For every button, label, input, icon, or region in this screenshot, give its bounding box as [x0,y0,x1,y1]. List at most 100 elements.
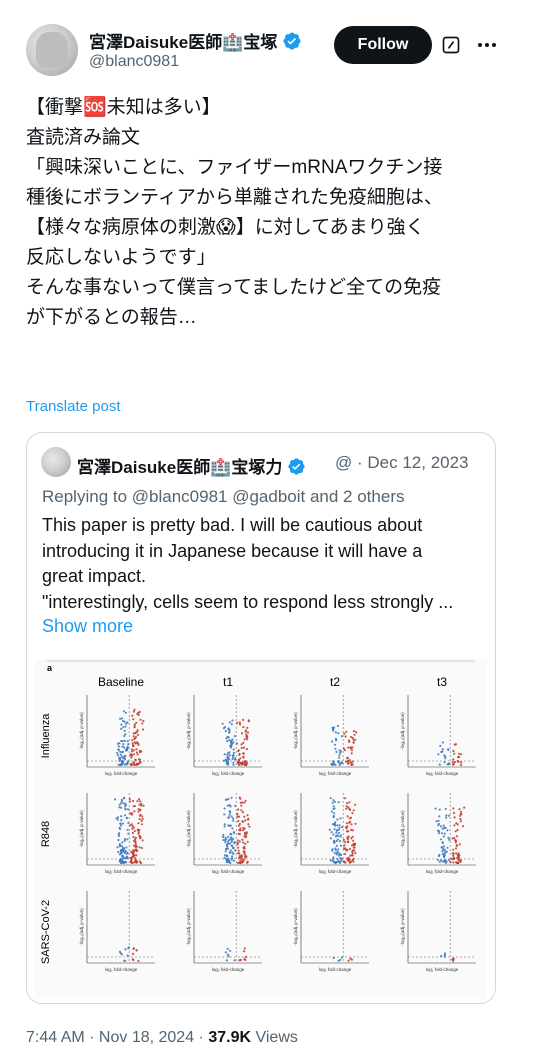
grok-icon[interactable] [441,35,461,55]
figure-point [333,807,336,810]
figure-point [230,796,233,799]
figure-point [344,861,347,864]
figure-point [349,747,352,750]
figure-point [345,730,348,733]
figure-point [231,758,234,761]
figure-point [133,723,136,726]
figure-point [351,844,354,847]
figure-point [131,831,134,835]
figure-point [442,824,445,827]
figure-point [120,798,123,801]
translate-post-link[interactable]: Translate post [26,398,121,415]
figure-point [434,807,437,810]
more-icon[interactable] [475,33,499,57]
figure-point [247,719,250,722]
post-date[interactable]: Nov 18, 2024 [99,1029,194,1046]
figure-point [131,952,135,956]
figure-point [138,808,142,811]
figure-point [352,730,356,733]
figure-point [352,839,355,842]
figure-point [453,824,456,827]
post-line: 反応しないようです」 [26,247,216,268]
figure-point [140,823,144,826]
figure-point [131,958,134,961]
figure-point [120,819,123,822]
figure-point [459,817,462,820]
figure-point [343,844,346,847]
author-name[interactable]: 宮澤Daisuke医師🏥宝塚 [89,28,302,53]
figure-point [452,957,455,960]
figure-point [233,959,236,962]
figure-point [246,814,249,817]
figure-point [245,761,248,764]
figure-point [329,797,332,800]
volcano-plot-figure[interactable]: aBaseline t1 t2 t3InfluenzaR848SARS-CoV-2lo… [35,659,487,999]
figure-point [122,850,125,853]
figure-point [333,743,337,746]
quoted-text: This paper is pretty bad. I will be caut… [42,513,482,615]
figure-point [120,723,123,726]
author-avatar[interactable] [26,24,78,76]
figure-point [225,959,228,962]
figure-point [132,835,135,839]
figure-point [135,849,138,853]
figure-point [123,734,126,738]
figure-point [350,735,353,739]
show-more-link[interactable]: Show more [42,616,133,637]
post-text: 【衝撃🆘未知は多い】 査読済み論文 「興味深いことに、ファイザーmRNAワクチン… [26,93,506,333]
figure-point [240,855,244,858]
figure-point [339,844,342,847]
post-line: 【衝撃🆘未知は多い】 [26,97,221,118]
author-handle[interactable]: @blanc0981 [89,53,179,71]
figure-point [348,801,351,804]
figure-point [130,850,133,853]
figure-point [131,825,134,828]
figure-point [333,800,336,803]
post-time[interactable]: 7:44 AM [26,1029,85,1046]
quoted-post-card[interactable]: 宮澤Daisuke医師🏥宝塚力 @ · Dec 12, 2023 Replyin… [26,432,496,1004]
figure-point [231,851,234,854]
figure-point [441,853,444,856]
figure-point [451,837,454,840]
figure-point [140,846,143,850]
figure-point [330,810,333,813]
figure-point [337,761,340,764]
figure-point [337,732,340,735]
figure-point [458,752,461,755]
follow-button[interactable]: Follow [334,26,432,64]
figure-x-axis-label: log₂ fold-change [426,869,459,874]
figure-point [336,824,339,827]
figure-point [121,822,125,825]
figure-point [117,838,120,842]
figure-point [353,849,356,852]
figure-point [235,742,239,745]
figure-point [335,853,338,856]
views-count: 37.9K [208,1029,252,1046]
figure-point [352,846,355,849]
post-line: 【様々な病原体の刺激😱】に対してあまり強く [26,217,425,238]
figure-point [340,956,344,959]
figure-point [454,847,458,850]
figure-point [141,817,144,820]
figure-point [119,850,122,853]
figure-point [222,835,225,839]
figure-point [121,759,124,762]
figure-point [445,816,448,819]
figure-point [245,747,248,751]
figure-point [227,824,230,827]
figure-point [119,717,122,720]
figure-point [130,762,133,765]
figure-point [116,751,119,755]
figure-point [122,796,126,799]
figure-point [120,845,123,848]
figure-point [238,855,241,858]
author-name-text[interactable]: 宮澤Daisuke医師🏥宝塚 [89,33,277,52]
figure-point [231,827,234,830]
figure-point [126,838,129,841]
figure-point [226,804,229,807]
figure-y-axis-label: -log₁₀(adj. p-value) [400,712,405,750]
figure-point [442,835,445,838]
quoted-author-avatar [41,447,71,477]
figure-point [444,807,447,810]
figure-point [223,753,226,756]
